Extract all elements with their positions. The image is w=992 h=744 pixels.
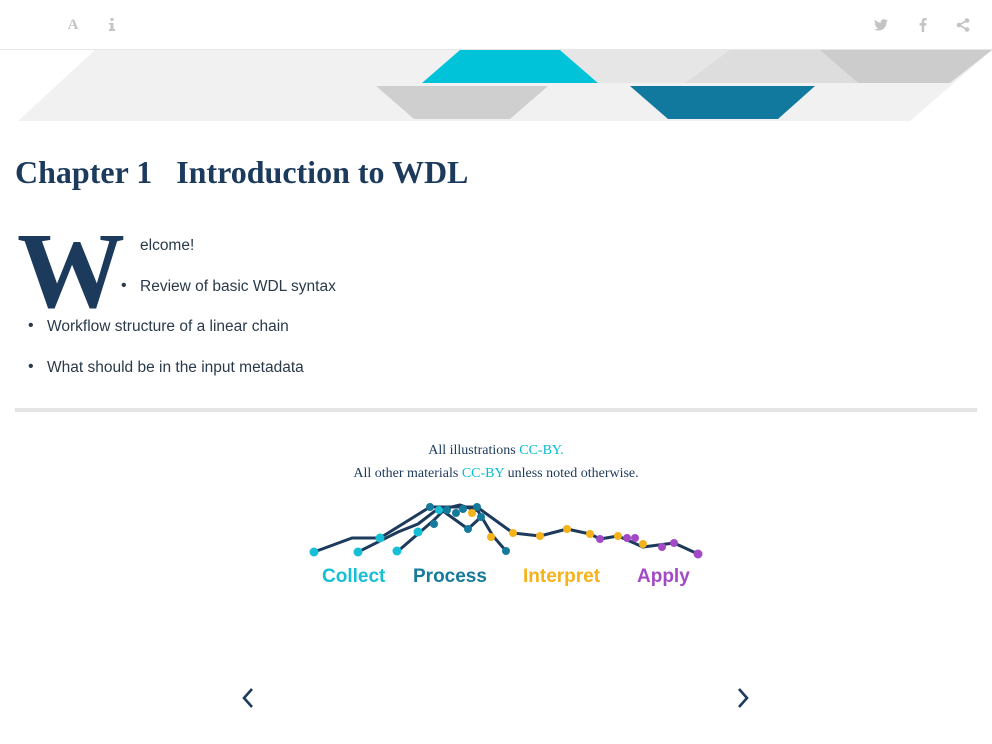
- facebook-icon[interactable]: [912, 14, 934, 36]
- chevron-left-icon[interactable]: [238, 683, 258, 713]
- list-item: Review of basic WDL syntax: [140, 278, 336, 295]
- info-icon[interactable]: [101, 14, 123, 36]
- bullet-dot: •: [28, 317, 34, 334]
- logo-word-process: Process: [413, 566, 487, 587]
- intro-text: elcome!: [140, 237, 195, 254]
- license-line-illustrations: All illustrations CC-BY.: [428, 443, 564, 458]
- bullet-dot: •: [121, 277, 127, 294]
- chevron-right-icon[interactable]: [733, 683, 753, 713]
- chapter-name: Introduction to WDL: [176, 154, 469, 190]
- logo-word-apply: Apply: [637, 566, 690, 587]
- bullet-dot: •: [28, 358, 34, 375]
- section-divider: [15, 408, 977, 412]
- logo-word-interpret: Interpret: [523, 566, 601, 587]
- logo-word-collect: Collect: [322, 566, 386, 587]
- list-item: Workflow structure of a linear chain: [47, 318, 289, 335]
- top-toolbar: A: [0, 0, 992, 50]
- chapter-number: Chapter 1: [15, 154, 153, 190]
- cc-by-link-materials[interactable]: CC-BY: [462, 466, 504, 481]
- list-item: What should be in the input metadata: [47, 359, 304, 376]
- font-settings-icon[interactable]: A: [62, 14, 84, 36]
- share-icon[interactable]: [952, 14, 974, 36]
- twitter-icon[interactable]: [870, 14, 892, 36]
- header-banner: [18, 50, 992, 121]
- drop-cap: W: [17, 212, 125, 331]
- page-title: Chapter 1 Introduction to WDL: [15, 154, 468, 191]
- collect-process-interpret-apply-logo: Collect Process Interpret Apply: [309, 503, 703, 587]
- cc-by-link-illustrations[interactable]: CC-BY.: [519, 443, 563, 458]
- license-line-materials: All other materials CC-BY unless noted o…: [353, 466, 639, 481]
